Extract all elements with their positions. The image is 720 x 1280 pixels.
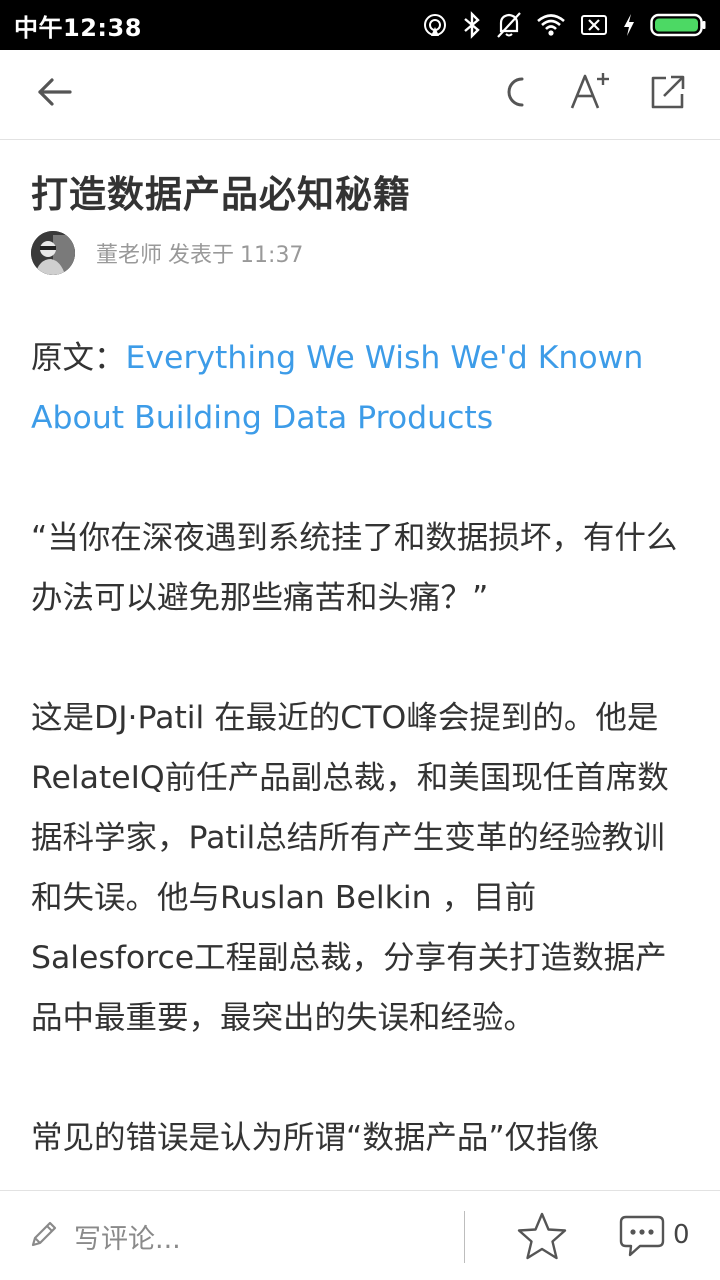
notifications-off-icon: [496, 11, 522, 39]
charging-icon: [622, 13, 636, 37]
quote-paragraph: “当你在深夜遇到系统挂了和数据损坏，有什么办法可以避免那些痛苦和头痛？”: [31, 520, 678, 616]
back-button[interactable]: [30, 70, 78, 118]
article-title: 打造数据产品必知秘籍: [31, 173, 411, 216]
avatar[interactable]: [31, 231, 75, 275]
comment-input[interactable]: 写评论...: [28, 1213, 181, 1259]
article-meta: 董老师 发表于 11:37: [31, 231, 303, 275]
intro-paragraph: 这是DJ·Patil 在最近的CTO峰会提到的。他是RelateIQ前任产品副总…: [31, 700, 669, 1036]
bottom-divider: [464, 1211, 465, 1263]
wifi-icon: [536, 13, 566, 37]
favorite-button[interactable]: [516, 1211, 568, 1263]
article-body: 原文：Everything We Wish We'd Known About B…: [31, 328, 695, 1168]
arrow-left-icon: [34, 72, 74, 116]
bottom-bar: 写评论... 0: [0, 1190, 720, 1280]
comments-button[interactable]: [618, 1213, 666, 1259]
top-toolbar: [0, 50, 720, 140]
article-byline: 董老师 发表于 11:37: [96, 237, 303, 269]
published-time: 11:37: [240, 243, 304, 268]
status-time: 中午12:38: [14, 13, 142, 42]
battery-icon: [650, 12, 706, 38]
published-label: 发表于: [168, 243, 235, 268]
hotspot-icon: [422, 12, 448, 38]
font-increase-icon: [568, 70, 612, 118]
source-prefix: 原文：: [31, 340, 126, 376]
star-icon: [516, 1212, 568, 1267]
share-button[interactable]: [644, 70, 692, 118]
sim-off-icon: [580, 13, 608, 37]
moon-icon: [498, 74, 534, 114]
author-name[interactable]: 董老师: [96, 243, 162, 268]
source-paragraph: 原文：Everything We Wish We'd Known About B…: [31, 328, 695, 448]
bluetooth-icon: [462, 11, 482, 39]
status-icons: [422, 11, 706, 39]
next-paragraph: 常见的错误是认为所谓“数据产品”仅指像: [31, 1120, 600, 1156]
status-bar: 中午12:38: [0, 0, 720, 50]
pencil-icon: [28, 1218, 60, 1254]
share-external-icon: [648, 72, 688, 116]
comment-placeholder: 写评论...: [74, 1223, 181, 1255]
comment-count: 0: [673, 1220, 690, 1250]
night-mode-button[interactable]: [492, 70, 540, 118]
font-size-button[interactable]: [566, 70, 614, 118]
comment-bubble-icon: [618, 1215, 666, 1263]
